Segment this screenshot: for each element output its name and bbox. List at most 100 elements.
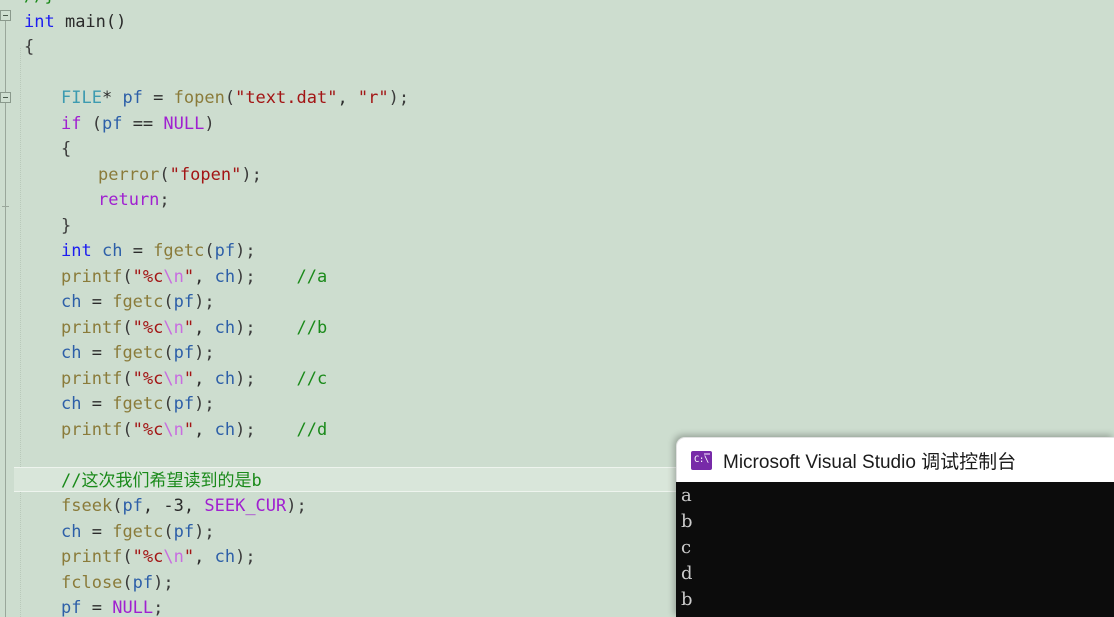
command-prompt-icon: C:\ bbox=[691, 450, 712, 470]
code-token: ( bbox=[122, 368, 133, 389]
code-token: , bbox=[337, 88, 358, 108]
code-token: ); bbox=[235, 266, 256, 287]
code-token: //a bbox=[296, 266, 328, 287]
code-token: ( bbox=[163, 394, 174, 414]
fold-line-if bbox=[5, 86, 6, 206]
code-token: int bbox=[61, 241, 92, 261]
code-token: NULL bbox=[163, 113, 205, 134]
code-token: "r" bbox=[357, 88, 389, 108]
code-token: -3 bbox=[163, 496, 184, 516]
fold-box-if[interactable] bbox=[0, 92, 11, 103]
code-token: ( bbox=[159, 164, 170, 185]
code-line: int main() bbox=[24, 10, 126, 36]
code-token: " bbox=[183, 368, 195, 389]
code-line: int ch = fgetc(pf); bbox=[61, 239, 256, 265]
code-token: ch bbox=[61, 394, 82, 414]
code-line: fclose(pf); bbox=[61, 571, 174, 597]
code-token: printf bbox=[61, 419, 123, 440]
code-token: , bbox=[194, 368, 215, 389]
code-token: ); bbox=[235, 419, 256, 440]
code-token: pf bbox=[173, 394, 195, 414]
code-token: ; bbox=[153, 598, 164, 617]
code-token: ); bbox=[235, 547, 256, 567]
code-line: printf("%c\n", ch); //a bbox=[61, 265, 327, 291]
code-token: ( bbox=[122, 266, 133, 287]
outlining-gutter[interactable] bbox=[0, 0, 14, 617]
code-token: main() bbox=[54, 11, 127, 32]
code-token: { bbox=[61, 139, 72, 159]
code-token: //c bbox=[296, 368, 328, 389]
code-token: ( bbox=[122, 572, 133, 593]
code-token: fgetc bbox=[112, 343, 164, 363]
console-titlebar[interactable]: C:\ Microsoft Visual Studio 调试控制台 bbox=[676, 437, 1114, 482]
code-token: \n bbox=[163, 317, 184, 338]
code-line: //这次我们希望读到的是b bbox=[61, 469, 262, 495]
code-line: perror("fopen"); bbox=[98, 163, 262, 189]
code-token: * bbox=[101, 88, 123, 108]
code-token: //} bbox=[24, 0, 55, 6]
code-token: = bbox=[81, 292, 113, 312]
console-title: Microsoft Visual Studio 调试控制台 bbox=[723, 451, 1017, 473]
code-token: ); bbox=[235, 241, 256, 261]
code-line: ch = fgetc(pf); bbox=[61, 392, 215, 418]
code-token: perror bbox=[98, 164, 160, 185]
code-line: printf("%c\n", ch); //b bbox=[61, 316, 327, 342]
code-token: "%c bbox=[132, 368, 164, 389]
code-token: "fopen" bbox=[169, 164, 242, 185]
code-token: ; bbox=[159, 190, 170, 210]
code-line: fseek(pf, -3, SEEK_CUR); bbox=[61, 494, 307, 520]
code-line: ch = fgetc(pf); bbox=[61, 341, 215, 367]
code-token: return bbox=[98, 190, 160, 210]
code-token: NULL bbox=[112, 598, 154, 617]
code-line: if (pf == NULL) bbox=[61, 112, 215, 138]
code-token: printf bbox=[61, 317, 123, 338]
code-line: ch = fgetc(pf); bbox=[61, 520, 215, 546]
code-token: = bbox=[81, 343, 113, 363]
code-token: ch bbox=[61, 343, 82, 363]
code-token: , bbox=[194, 266, 215, 287]
code-token: ( bbox=[81, 113, 102, 134]
code-token: " bbox=[183, 317, 195, 338]
code-token: "%c bbox=[132, 419, 164, 440]
code-token: fgetc bbox=[112, 394, 164, 414]
code-token: { bbox=[24, 37, 35, 57]
code-token: ( bbox=[122, 317, 133, 338]
code-token: ( bbox=[163, 521, 174, 542]
code-token: ch bbox=[214, 266, 236, 287]
code-token: "%c bbox=[132, 266, 164, 287]
code-token: ) bbox=[204, 113, 215, 134]
code-token: "text.dat" bbox=[235, 88, 338, 108]
code-token: ( bbox=[122, 547, 133, 567]
fold-box-main[interactable] bbox=[0, 10, 11, 21]
fold-line-body bbox=[5, 210, 6, 617]
code-token: ch bbox=[61, 521, 82, 542]
code-line: { bbox=[24, 35, 34, 61]
code-line: printf("%c\n", ch); bbox=[61, 545, 256, 571]
code-token: ); bbox=[235, 317, 256, 338]
code-token: = bbox=[122, 241, 154, 261]
code-token: , bbox=[194, 547, 215, 567]
code-token: ); bbox=[194, 292, 215, 312]
code-token: ); bbox=[241, 164, 262, 185]
fold-end-tick bbox=[2, 206, 9, 207]
console-window[interactable]: C:\ Microsoft Visual Studio 调试控制台 a b c … bbox=[676, 437, 1114, 617]
code-token: ch bbox=[214, 368, 236, 389]
code-token: int bbox=[24, 11, 55, 32]
code-token: pf bbox=[173, 343, 195, 363]
code-token: fgetc bbox=[112, 292, 164, 312]
indent-guide-level-1 bbox=[20, 48, 22, 617]
code-token: "%c bbox=[132, 547, 164, 567]
code-line: FILE* pf = fopen("text.dat", "r"); bbox=[61, 86, 409, 112]
console-body[interactable]: a b c d b bbox=[676, 482, 1114, 617]
code-token: ch bbox=[214, 547, 236, 567]
code-token: , bbox=[194, 317, 215, 338]
code-token: ); bbox=[194, 343, 215, 363]
code-token: ); bbox=[153, 572, 174, 593]
code-token: printf bbox=[61, 547, 123, 567]
code-token: ); bbox=[286, 496, 307, 516]
code-token: " bbox=[183, 419, 195, 440]
